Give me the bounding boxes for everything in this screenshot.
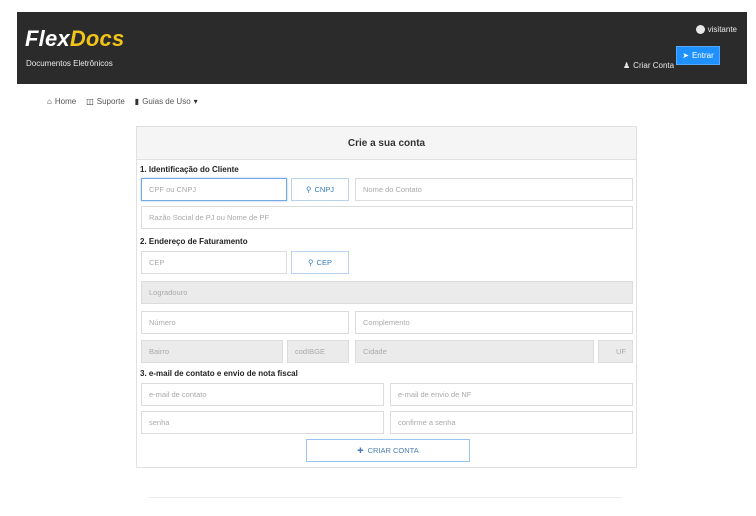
criar-conta-button-label: CRIAR CONTA [367,446,419,455]
users-icon: ♟ [623,61,631,70]
support-icon: ◫ [86,97,94,106]
buscar-cep-button[interactable]: ⚲ CEP [291,251,349,274]
sign-in-icon: ➤ [682,51,689,60]
cidade-input[interactable]: Cidade [355,340,594,363]
main-nav: ⌂ Home ◫ Suporte ▮ Guias de Uso ▾ [47,97,198,106]
criar-conta-link[interactable]: ♟ Criar Conta [623,61,674,70]
bairro-input[interactable]: Bairro [141,340,283,363]
book-icon: ▮ [134,97,140,106]
cpf-cnpj-input[interactable]: CPF ou CNPJ [141,178,287,201]
section-email: 3. e-mail de contato e envio de nota fis… [140,369,298,378]
buscar-cnpj-label: CNPJ [314,185,335,194]
user-icon [695,25,705,34]
nav-item-home[interactable]: ⌂ Home [47,97,76,106]
nav-suporte-label: Suporte [96,97,125,106]
senha-input[interactable]: senha [141,411,384,434]
section-identificacao: 1. Identificação do Cliente [140,165,239,174]
criar-conta-button[interactable]: ✚ CRIAR CONTA [306,439,470,462]
numero-input[interactable]: Número [141,311,349,334]
entrar-label: Entrar [691,51,714,60]
brand-part1: Flex [25,26,70,51]
confirme-senha-input[interactable]: confirme a senha [390,411,633,434]
brand-part2: Docs [69,26,125,51]
page-title: Crie a sua conta [347,138,426,149]
section-endereco: 2. Endereço de Faturamento [140,237,248,246]
uf-input[interactable]: UF [598,340,633,363]
nome-contato-input[interactable]: Nome do Contato [355,178,633,201]
plus-icon: ✚ [357,446,364,455]
brand-logo[interactable]: FlexDocs [25,26,124,52]
complemento-input[interactable]: Complemento [355,311,633,334]
cep-input[interactable]: CEP [141,251,287,274]
nav-item-suporte[interactable]: ◫ Suporte [86,97,125,106]
razao-social-input[interactable]: Razão Social de PJ ou Nome de PF [141,206,633,229]
panel-header: Crie a sua conta [137,127,636,160]
brand-subtitle: Documentos Eletrônicos [26,59,113,68]
nav-home-label: Home [54,97,77,106]
logradouro-input[interactable]: Logradouro [141,281,633,304]
top-header: FlexDocs Documentos Eletrônicos visitant… [17,12,747,84]
nav-guias-label: Guias de Uso [142,97,191,106]
home-icon: ⌂ [47,97,52,106]
search-icon: ⚲ [308,258,314,267]
buscar-cep-label: CEP [316,258,332,267]
email-contato-input[interactable]: e-mail de contato [141,383,384,406]
codibge-input[interactable]: codIBGE [287,340,349,363]
footer-divider [148,497,622,498]
user-indicator[interactable]: visitante [695,25,737,34]
caret-down-icon: ▾ [193,97,198,106]
search-icon: ⚲ [305,185,312,194]
nav-item-guias[interactable]: ▮ Guias de Uso ▾ [135,97,198,106]
entrar-button[interactable]: ➤ Entrar [676,46,720,65]
email-nf-input[interactable]: e-mail de envio de NF [390,383,633,406]
criar-conta-label: Criar Conta [633,61,675,70]
user-label: visitante [707,25,737,34]
buscar-cnpj-button[interactable]: ⚲ CNPJ [291,178,349,201]
